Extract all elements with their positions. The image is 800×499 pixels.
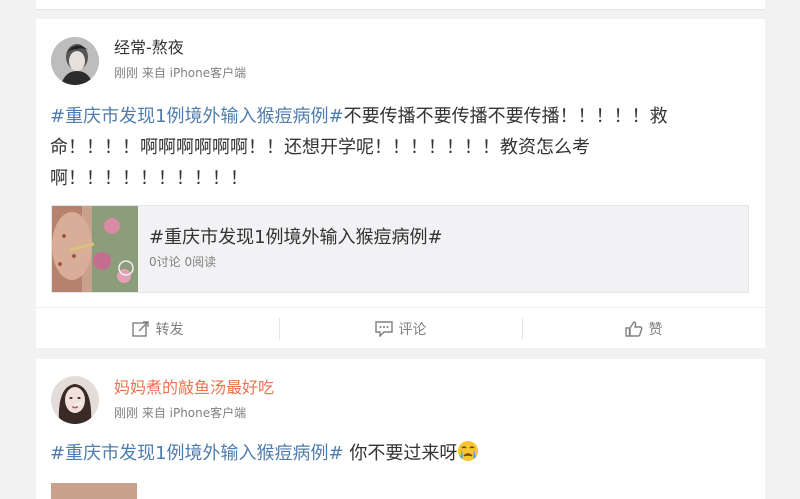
post-meta: 刚刚 来自 iPhone客户端	[114, 406, 247, 420]
topic-thumbnail	[52, 206, 138, 292]
topic-card-title[interactable]: #重庆市发现1例境外输入猴痘病例#	[149, 227, 443, 249]
topic-link[interactable]: #重庆市发现1例境外输入猴痘病例#	[50, 106, 344, 127]
username[interactable]: 经常-熬夜	[114, 38, 184, 58]
repost-button[interactable]: 转发	[36, 308, 279, 349]
topic-link[interactable]: #重庆市发现1例境外输入猴痘病例#	[50, 443, 344, 464]
crying-face-icon	[457, 440, 479, 472]
avatar[interactable]	[51, 37, 99, 85]
topic-card-stats: 0讨论 0阅读	[149, 255, 217, 269]
thumbs-up-icon	[624, 320, 642, 337]
topic-card[interactable]: #重庆市发现1例境外输入猴痘病例# 0讨论 0阅读	[51, 205, 749, 293]
post-actions: 转发 评论 赞	[36, 307, 765, 349]
post-body: 你不要过来呀	[343, 443, 458, 464]
post-text: #重庆市发现1例境外输入猴痘病例# 你不要过来呀	[50, 438, 756, 472]
repost-icon	[131, 320, 149, 337]
previous-post-card	[36, 0, 765, 10]
like-label: 赞	[648, 321, 663, 338]
avatar[interactable]	[51, 376, 99, 424]
repost-label: 转发	[155, 321, 184, 338]
topic-thumbnail	[51, 483, 137, 499]
comment-button[interactable]: 评论	[279, 308, 522, 349]
post-meta: 刚刚 来自 iPhone客户端	[114, 66, 247, 80]
comment-icon	[374, 320, 393, 337]
post-text: #重庆市发现1例境外输入猴痘病例#不要传播不要传播不要传播！！！！！救命！！！！…	[50, 101, 756, 194]
comment-label: 评论	[398, 321, 427, 338]
like-button[interactable]: 赞	[522, 308, 765, 349]
weibo-post: 经常-熬夜 刚刚 来自 iPhone客户端 #重庆市发现1例境外输入猴痘病例#不…	[36, 19, 765, 348]
username[interactable]: 妈妈煮的敲鱼汤最好吃	[114, 378, 274, 398]
weibo-post: 妈妈煮的敲鱼汤最好吃 刚刚 来自 iPhone客户端 #重庆市发现1例境外输入猴…	[36, 359, 765, 499]
